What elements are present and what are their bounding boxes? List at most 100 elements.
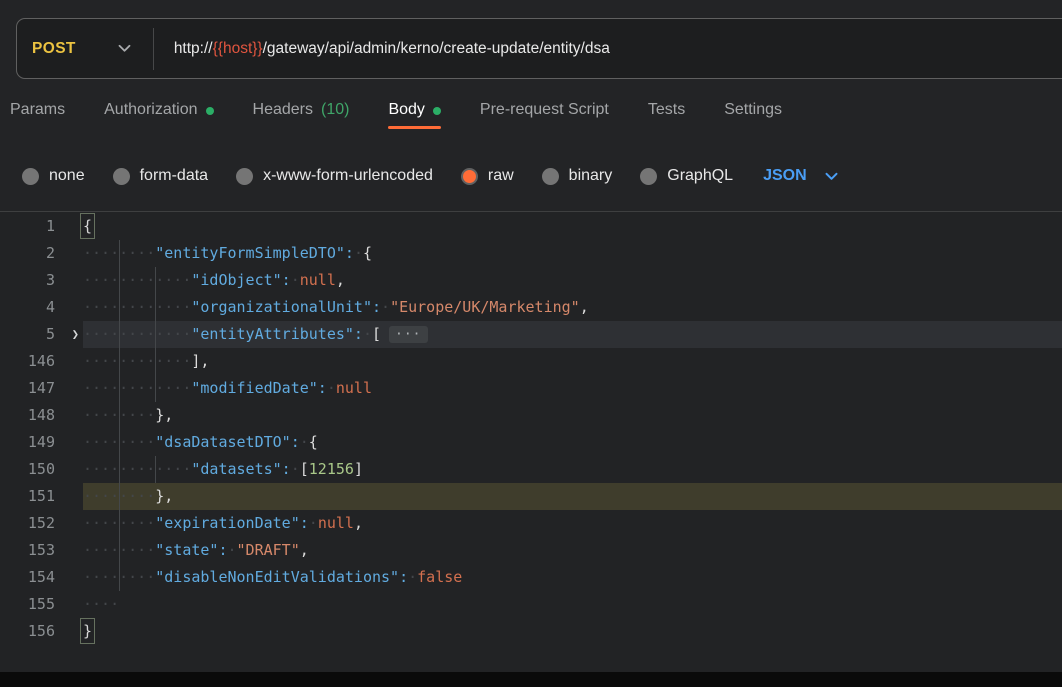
code-row: 154 ········"disableNonEditValidations":·… bbox=[0, 564, 1062, 591]
gutter: 153 bbox=[0, 537, 83, 564]
json-key: "entityFormSimpleDTO": bbox=[155, 244, 354, 262]
line-number: 3 bbox=[46, 267, 55, 294]
whitespace-dots: · bbox=[291, 271, 300, 289]
code-line[interactable]: { bbox=[83, 213, 1062, 240]
code-line[interactable]: ········"state":·"DRAFT", bbox=[83, 537, 1062, 564]
tab-label: Pre-request Script bbox=[480, 101, 609, 119]
code-row: 150············"datasets":·[12156] bbox=[0, 456, 1062, 483]
radio-label: none bbox=[49, 167, 85, 185]
url-input[interactable]: http://{{host}}/gateway/api/admin/kerno/… bbox=[154, 40, 1062, 58]
json-key: "idObject": bbox=[191, 271, 290, 289]
gutter: 156 bbox=[0, 618, 83, 645]
tab-tests[interactable]: Tests bbox=[648, 79, 685, 141]
gutter: 150 bbox=[0, 456, 83, 483]
body-type-form-data[interactable]: form-data bbox=[113, 167, 208, 185]
code-line[interactable]: ········"dsaDatasetDTO":·{ bbox=[83, 429, 1062, 456]
line-number: 156 bbox=[28, 618, 55, 645]
gutter: 3 bbox=[0, 267, 83, 294]
request-tabs: Params Authorization Headers (10) Body Pre-re… bbox=[0, 79, 1062, 141]
method-label: POST bbox=[32, 40, 76, 58]
code-line[interactable]: ············"entityAttributes":·[··· bbox=[83, 321, 1062, 348]
line-number: 154 bbox=[28, 564, 55, 591]
body-type-none[interactable]: none bbox=[22, 167, 85, 185]
radio-icon bbox=[236, 168, 253, 185]
tab-label: Settings bbox=[724, 101, 782, 119]
code-row: 146 ············], bbox=[0, 348, 1062, 375]
body-type-raw[interactable]: raw bbox=[461, 167, 514, 185]
tab-label: Headers bbox=[253, 101, 313, 119]
chevron-down-icon bbox=[118, 44, 131, 53]
tab-headers[interactable]: Headers (10) bbox=[253, 79, 350, 141]
json-keyword: false bbox=[417, 568, 462, 586]
code-row: 3 ············"idObject":·null, bbox=[0, 267, 1062, 294]
body-editor[interactable]: 1{2········"entityFormSimpleDTO":·{3····… bbox=[0, 211, 1062, 672]
gutter: 5❯ bbox=[0, 321, 83, 348]
json-key: "state": bbox=[155, 541, 227, 559]
tab-label: Body bbox=[388, 101, 424, 119]
json-punctuation: , bbox=[580, 298, 589, 316]
code-line[interactable]: ········}, bbox=[83, 483, 1062, 510]
radio-label: form-data bbox=[140, 167, 208, 185]
tab-count: (10) bbox=[321, 101, 349, 119]
json-punctuation: , bbox=[300, 541, 309, 559]
code-line[interactable]: ············], bbox=[83, 348, 1062, 375]
fold-arrow-icon[interactable]: ❯ bbox=[72, 321, 79, 348]
body-type-graphql[interactable]: GraphQL bbox=[640, 167, 733, 185]
method-selector[interactable]: POST bbox=[17, 19, 153, 78]
line-number: 4 bbox=[46, 294, 55, 321]
json-key: "disableNonEditValidations": bbox=[155, 568, 408, 586]
tab-authorization[interactable]: Authorization bbox=[104, 79, 213, 141]
code-row: 148········}, bbox=[0, 402, 1062, 429]
radio-icon bbox=[640, 168, 657, 185]
url-row: POST http://{{host}}/gateway/api/admin/k… bbox=[0, 0, 1062, 79]
code-line[interactable]: ········"disableNonEditValidations":·fal… bbox=[83, 564, 1062, 591]
whitespace-dots: ············ bbox=[83, 460, 191, 478]
gutter: 1 bbox=[0, 213, 83, 240]
code-line[interactable]: ········}, bbox=[83, 402, 1062, 429]
line-number: 5 bbox=[46, 321, 55, 348]
code-row: 4 ············"organizationalUnit":·"Euro… bbox=[0, 294, 1062, 321]
tab-settings[interactable]: Settings bbox=[724, 79, 782, 141]
line-number: 147 bbox=[28, 375, 55, 402]
json-punctuation: { bbox=[309, 433, 318, 451]
url-path: /gateway/api/admin/kerno/create-update/e… bbox=[263, 40, 610, 57]
code-line[interactable]: ········"entityFormSimpleDTO":·{ bbox=[83, 240, 1062, 267]
whitespace-dots: ············ bbox=[83, 271, 191, 289]
whitespace-dots: · bbox=[408, 568, 417, 586]
json-keyword: null bbox=[318, 514, 354, 532]
code-line[interactable]: ···· bbox=[83, 591, 1062, 618]
code-line[interactable]: ············"modifiedDate":·null bbox=[83, 375, 1062, 402]
tab-label: Params bbox=[10, 101, 65, 119]
radio-label: GraphQL bbox=[667, 167, 733, 185]
json-string: "Europe/UK/Marketing" bbox=[390, 298, 580, 316]
whitespace-dots: ············ bbox=[83, 379, 191, 397]
radio-label: raw bbox=[488, 167, 514, 185]
language-select[interactable]: JSON bbox=[763, 167, 838, 185]
line-number: 155 bbox=[28, 591, 55, 618]
json-punctuation: }, bbox=[155, 487, 173, 505]
code-row: 5❯············"entityAttributes":·[··· bbox=[0, 321, 1062, 348]
tab-body[interactable]: Body bbox=[388, 79, 440, 141]
body-type-binary[interactable]: binary bbox=[542, 167, 613, 185]
code-line[interactable]: ········"expirationDate":·null, bbox=[83, 510, 1062, 537]
whitespace-dots: · bbox=[300, 433, 309, 451]
collapsed-code-icon[interactable]: ··· bbox=[389, 326, 427, 343]
code-row: 151········}, bbox=[0, 483, 1062, 510]
json-keyword: null bbox=[300, 271, 336, 289]
line-number: 146 bbox=[28, 348, 55, 375]
code-row: 152········"expirationDate":·null, bbox=[0, 510, 1062, 537]
whitespace-dots: · bbox=[354, 244, 363, 262]
body-type-x-www-form-urlencoded[interactable]: x-www-form-urlencoded bbox=[236, 167, 433, 185]
code-line[interactable]: ············"organizationalUnit":·"Europ… bbox=[83, 294, 1062, 321]
green-dot-icon bbox=[433, 107, 441, 115]
whitespace-dots: ········ bbox=[83, 514, 155, 532]
tab-params[interactable]: Params bbox=[10, 79, 65, 141]
code-line[interactable]: } bbox=[83, 618, 1062, 645]
body-type-row: none form-data x-www-form-urlencoded raw bin… bbox=[0, 141, 1062, 211]
code-line[interactable]: ············"datasets":·[12156] bbox=[83, 456, 1062, 483]
code-line[interactable]: ············"idObject":·null, bbox=[83, 267, 1062, 294]
whitespace-dots: · bbox=[291, 460, 300, 478]
json-key: "dsaDatasetDTO": bbox=[155, 433, 300, 451]
tab-pre-request-script[interactable]: Pre-request Script bbox=[480, 79, 609, 141]
line-number: 149 bbox=[28, 429, 55, 456]
